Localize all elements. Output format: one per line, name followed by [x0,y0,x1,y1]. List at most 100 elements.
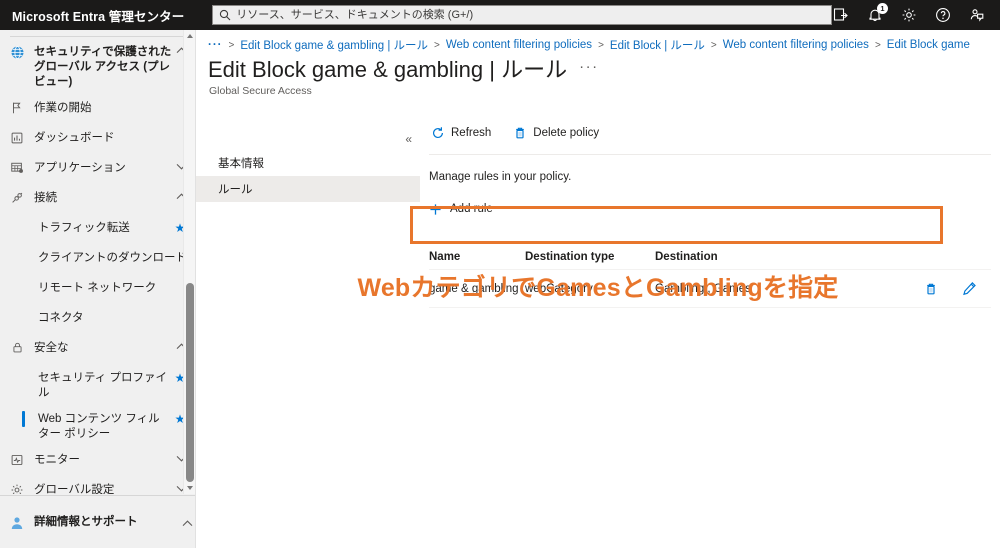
annotation-part-5: を指定 [762,274,839,302]
sidebar-item-label: グローバル設定 [34,484,115,494]
annotation-part-3: と [620,274,646,302]
dashboard-icon [0,130,34,145]
sidebar-item-label: セキュリティで保護された グローバル アクセス (プレビュー) [34,46,172,88]
sidebar-item-label: モニター [34,454,80,466]
column-header-name[interactable]: Name [429,251,525,263]
subnav-item-label: ルール [218,184,253,196]
breadcrumb-item-0[interactable]: Edit Block game & gambling | ルール [240,37,428,52]
breadcrumb-separator: > [874,39,881,51]
annotation-part-4: Gambling [646,274,763,302]
subnav-item-1[interactable]: ルール [196,176,420,202]
directory-switch-icon[interactable] [832,6,850,24]
sidebar-item-label: セキュリティ プロファイル [38,372,168,399]
sidebar-item-label: クライアントのダウンロード [38,252,188,264]
global-search-box[interactable] [212,5,832,25]
top-bar-icon-group: 1 [832,0,1000,30]
breadcrumb-item-2[interactable]: Edit Block | ルール [610,37,705,52]
refresh-icon [433,127,444,139]
column-header-destination-type[interactable]: Destination type [525,251,655,263]
nav-item-list: セキュリティで保護された グローバル アクセス (プレビュー) 作業の開始ダッシュ… [0,39,195,494]
annotation-part-2: Games [536,274,621,302]
sidebar-item-7[interactable]: リモート ネットワーク [0,275,195,305]
nav-scrollbar[interactable] [183,30,195,494]
collapse-subnav-icon[interactable]: « [405,133,412,145]
sidebar-item-12[interactable]: モニター [0,447,195,477]
breadcrumb-separator: > [228,39,235,51]
breadcrumb: ··· > Edit Block game & gambling | ルール >… [196,30,1000,52]
left-navigation-panel: セキュリティで保護された グローバル アクセス (プレビュー) 作業の開始ダッシュ… [0,30,196,548]
sidebar-item-9[interactable]: 安全な [0,335,195,365]
sidebar-item-label: リモート ネットワーク [38,282,157,294]
sidebar-item-label: アプリケーション [34,162,126,174]
feedback-icon[interactable] [968,6,986,24]
sidebar-item-label: 接続 [34,192,57,204]
help-question-icon[interactable] [934,6,952,24]
breadcrumb-separator: > [710,39,717,51]
annotation-caption: WebカテゴリでGamesとGamblingを指定 [196,268,1000,304]
sidebar-item-8[interactable]: コネクタ [0,305,195,335]
search-icon [220,9,231,21]
sidebar-item-support[interactable]: 詳細情報とサポート [0,495,195,548]
sidebar-item-11[interactable]: Web コンテンツ フィルター ポリシー ★ [0,406,195,447]
column-header-destination[interactable]: Destination [655,251,895,263]
page-title: Edit Block game & gambling | ルール [208,57,568,82]
breadcrumb-item-3[interactable]: Web content filtering policies [723,39,869,51]
sidebar-item-1[interactable]: 作業の開始 [0,95,195,125]
lock-icon [0,340,34,354]
sidebar-item-label: ダッシュボード [34,132,115,144]
rules-pane: Refresh Delete policy Manage rules in yo… [420,118,1000,548]
sidebar-selection-indicator [22,411,25,427]
page-subtitle: Global Secure Access [209,85,312,97]
scroll-down-arrow-icon[interactable] [184,482,195,494]
breadcrumb-overflow-ellipsis[interactable]: ··· [208,39,223,51]
top-app-bar: Microsoft Entra 管理センター 1 [0,0,1000,30]
sidebar-item-3[interactable]: アプリケーション [0,155,195,185]
page-more-menu-icon[interactable]: ··· [579,58,599,83]
nav-scrollbar-thumb[interactable] [186,283,194,482]
flag-icon [0,100,34,115]
sidebar-item-6[interactable]: クライアントのダウンロード [0,245,195,275]
resource-sub-navigation: « 基本情報ルール [196,118,420,548]
sidebar-item-10[interactable]: セキュリティ プロファイル ★ [0,365,195,406]
breadcrumb-separator: > [434,39,440,51]
sidebar-item-label: コネクタ [38,312,84,324]
add-rule-button[interactable]: Add rule [429,197,497,221]
search-input[interactable] [236,6,825,24]
refresh-label: Refresh [451,127,492,139]
support-person-icon [0,514,34,531]
sidebar-item-2[interactable]: ダッシュボード [0,125,195,155]
delete-policy-button[interactable]: Delete policy [511,120,601,146]
trash-icon [516,127,525,139]
notification-count-badge: 1 [877,3,888,14]
applications-icon [0,160,34,175]
sidebar-item-0[interactable]: セキュリティで保護された グローバル アクセス (プレビュー) [0,39,195,95]
nav-top-divider [10,36,186,37]
nav-item-icon-spacer [0,370,36,371]
add-rule-label: Add rule [450,203,493,215]
sidebar-item-13[interactable]: グローバル設定 [0,477,195,494]
sidebar-item-5[interactable]: トラフィック転送 ★ [0,215,195,245]
main-content-area: ··· > Edit Block game & gambling | ルール >… [196,30,1000,548]
nav-item-icon-spacer [0,280,36,281]
nav-item-icon-spacer [0,250,36,251]
subnav-list: 基本情報 ルール [196,150,420,202]
nav-item-icon-spacer [0,310,36,311]
subnav-item-0[interactable]: 基本情報 [196,150,420,176]
connect-icon [0,190,34,205]
settings-gear-icon[interactable] [900,6,918,24]
subnav-item-label: 基本情報 [218,158,264,170]
support-label: 詳細情報とサポート [34,516,138,528]
monitor-icon [0,452,34,467]
scroll-up-arrow-icon[interactable] [184,30,195,42]
chevron-up-icon[interactable] [178,517,195,527]
sidebar-item-label: トラフィック転送 [38,222,130,234]
refresh-button[interactable]: Refresh [429,120,493,146]
annotation-part-1: Webカテゴリで [357,274,537,302]
breadcrumb-item-1[interactable]: Web content filtering policies [446,39,592,51]
notifications-bell-icon[interactable]: 1 [866,3,888,24]
nav-scroll-area: セキュリティで保護された グローバル アクセス (プレビュー) 作業の開始ダッシュ… [0,30,195,494]
nav-item-icon-spacer [0,220,36,221]
command-bar: Refresh Delete policy [420,118,1000,148]
breadcrumb-item-4[interactable]: Edit Block game [887,39,970,51]
sidebar-item-4[interactable]: 接続 [0,185,195,215]
